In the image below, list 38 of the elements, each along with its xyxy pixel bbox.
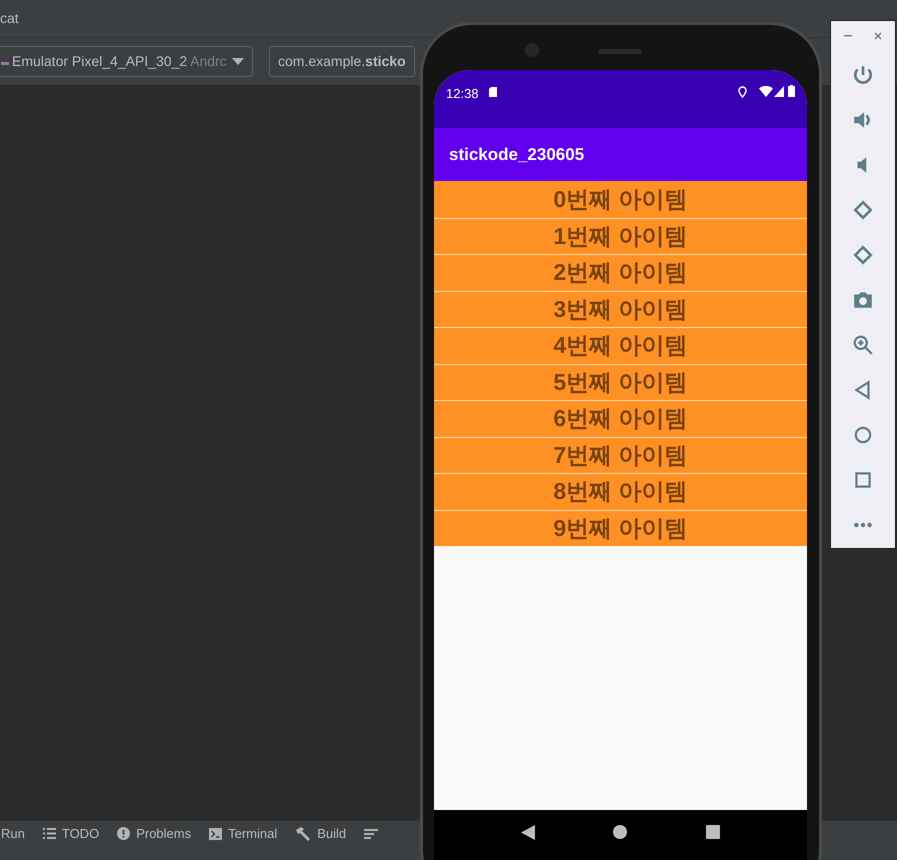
list-item[interactable]: 0번째 아이템 (434, 181, 807, 218)
tool-window-title: cat (0, 9, 19, 28)
recents-icon[interactable] (706, 825, 720, 839)
sd-card-icon (488, 87, 497, 97)
align-icon[interactable] (364, 828, 378, 838)
battery-icon (788, 85, 795, 97)
tool-tab[interactable]: Problems (117, 822, 192, 846)
tool-tab[interactable]: TODO (42, 822, 100, 846)
list-item[interactable]: 6번째 아이템 (434, 400, 807, 436)
app-bar: stickode_230605 (434, 128, 807, 181)
list-item[interactable]: 2번째 아이템 (434, 254, 807, 290)
list-item[interactable]: 9번째 아이템 (434, 510, 807, 546)
location-icon (738, 86, 747, 98)
minimize-icon[interactable] (844, 35, 852, 37)
tool-tab[interactable]: Terminal (209, 822, 278, 846)
warning-icon (117, 827, 130, 840)
list-item[interactable]: 3번째 아이템 (434, 290, 807, 327)
tool-tab[interactable]: Build (295, 822, 346, 846)
list-item[interactable]: 5번째 아이템 (434, 364, 807, 400)
list-item[interactable]: 1번째 아이템 (434, 218, 807, 254)
back-icon[interactable] (521, 825, 536, 840)
signal-icon (774, 86, 784, 97)
home-icon[interactable] (613, 825, 628, 839)
zoom-icon[interactable] (852, 334, 874, 356)
close-icon[interactable] (874, 32, 882, 40)
power-icon[interactable] (852, 64, 874, 86)
tool-tab[interactable]: Run (1, 822, 25, 846)
process-field[interactable]: com.example.sticko (269, 46, 415, 77)
list-item[interactable]: 4번째 아이템 (434, 327, 807, 364)
hammer-icon (295, 826, 312, 840)
terminal-icon (209, 828, 222, 840)
status-bar: 12:38 (434, 70, 807, 128)
wifi-icon (759, 86, 773, 97)
list-item[interactable]: 8번째 아이템 (434, 473, 807, 510)
list-icon (42, 828, 56, 839)
list-item[interactable]: 7번째 아이템 (434, 436, 807, 473)
caret-icon (232, 58, 244, 65)
device-dropdown[interactable]: Emulator Pixel_4_API_30_2 Andrc (0, 46, 253, 77)
